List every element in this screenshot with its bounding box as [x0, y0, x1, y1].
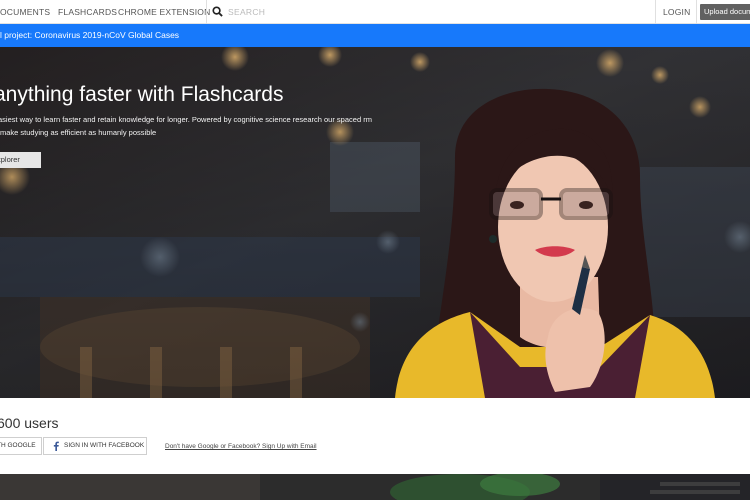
nav-divider	[206, 0, 207, 24]
users-count: 600 users	[0, 415, 59, 431]
banner-text[interactable]: l project: Coronavirus 2019-nCoV Global …	[0, 24, 179, 47]
sign-in-facebook-button[interactable]: SIGN IN WITH FACEBOOK	[43, 437, 147, 455]
bottom-image-strip	[0, 474, 750, 500]
hero-title: anything faster with Flashcards	[0, 83, 284, 106]
nav-link-flashcards[interactable]: FLASHCARDS	[58, 0, 117, 24]
bottom-background-photo	[0, 474, 750, 500]
explorer-button[interactable]: xplorer	[0, 152, 41, 168]
nav-link-chrome-extension[interactable]: CHROME EXTENSION	[118, 0, 210, 24]
top-navigation: OCUMENTS FLASHCARDS CHROME EXTENSION LOG…	[0, 0, 750, 24]
search-input[interactable]	[228, 3, 408, 21]
facebook-icon	[53, 441, 59, 451]
sign-up-email-link[interactable]: Don't have Google or Facebook? Sign Up w…	[165, 443, 317, 450]
sign-in-google-button[interactable]: TH GOOGLE	[0, 437, 42, 455]
hero-section: anything faster with Flashcards asiest w…	[0, 47, 750, 398]
facebook-button-label: SIGN IN WITH FACEBOOK	[64, 442, 145, 449]
search-icon[interactable]	[212, 6, 223, 17]
nav-link-documents[interactable]: OCUMENTS	[0, 0, 50, 24]
upload-document-button[interactable]: Upload docume	[700, 4, 750, 20]
nav-divider	[655, 0, 656, 24]
nav-divider	[696, 0, 697, 24]
login-link[interactable]: LOGIN	[663, 0, 690, 24]
announcement-banner[interactable]: l project: Coronavirus 2019-nCoV Global …	[0, 24, 750, 47]
hero-subtitle: asiest way to learn faster and retain kn…	[0, 115, 372, 137]
